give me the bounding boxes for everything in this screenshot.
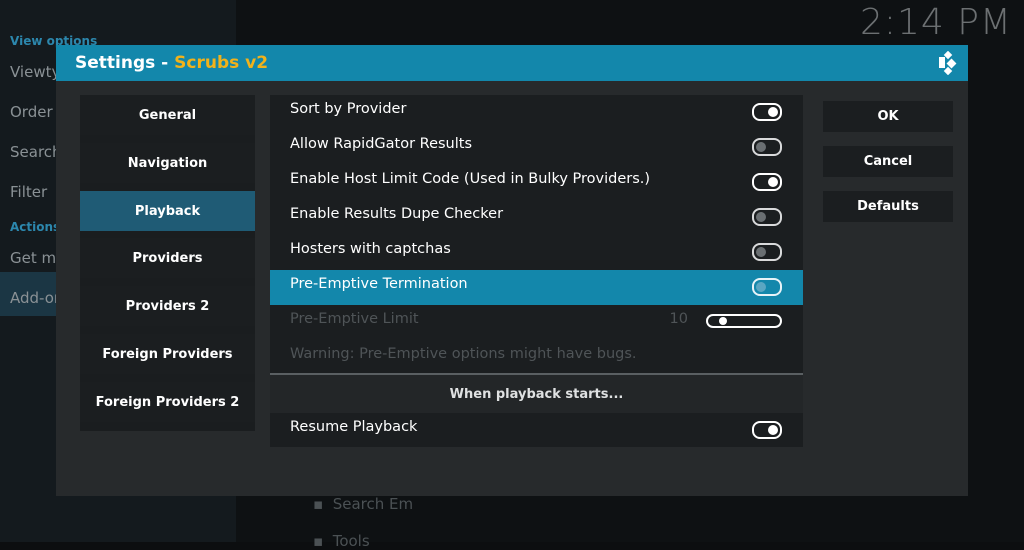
settings-dialog: Settings - Scrubs v2 General Navigation … <box>56 45 968 496</box>
dialog-title: Settings - Scrubs v2 <box>75 53 268 73</box>
cancel-button[interactable]: Cancel <box>823 146 953 177</box>
toggle-switch[interactable] <box>752 208 782 226</box>
setting-pre-emptive-termination[interactable]: Pre-Emptive Termination <box>270 270 803 305</box>
kodi-logo-icon <box>939 51 957 75</box>
category-providers-2[interactable]: Providers 2 <box>80 286 255 326</box>
setting-hosters-with-captchas[interactable]: Hosters with captchas <box>270 235 803 270</box>
dialog-header: Settings - Scrubs v2 <box>56 45 968 81</box>
toggle-knob <box>756 212 766 222</box>
category-foreign-providers[interactable]: Foreign Providers <box>80 334 255 374</box>
background-menu-item: Viewty <box>10 63 61 81</box>
toggle-knob <box>768 107 778 117</box>
toggle-switch[interactable] <box>752 173 782 191</box>
slider-value: 10 <box>669 311 688 327</box>
toggle-switch[interactable] <box>752 278 782 296</box>
background-menu-item: Filter <box>10 183 48 201</box>
setting-label: Resume Playback <box>290 419 418 435</box>
category-providers[interactable]: Providers <box>80 238 255 278</box>
category-playback[interactable]: Playback <box>80 191 255 231</box>
setting-allow-rapidgator-results[interactable]: Allow RapidGator Results <box>270 130 803 165</box>
category-general[interactable]: General <box>80 95 255 135</box>
category-foreign-providers-2[interactable]: Foreign Providers 2 <box>80 382 255 422</box>
setting-enable-host-limit-code[interactable]: Enable Host Limit Code (Used in Bulky Pr… <box>270 165 803 200</box>
warning-label: Warning: Pre-Emptive options might have … <box>290 346 637 362</box>
setting-label: Enable Host Limit Code (Used in Bulky Pr… <box>290 171 651 187</box>
defaults-button[interactable]: Defaults <box>823 191 953 222</box>
toggle-switch[interactable] <box>752 421 782 439</box>
setting-label: Enable Results Dupe Checker <box>290 206 504 222</box>
setting-resume-playback[interactable]: Resume Playback <box>270 413 803 448</box>
background-actions-header: Actions <box>10 220 61 234</box>
background-list-item: ▪ Search Em <box>313 495 414 513</box>
setting-label: Sort by Provider <box>290 101 407 117</box>
background-list-item: ▪ Tools <box>313 532 370 550</box>
settings-list: Sort by Provider Allow RapidGator Result… <box>270 95 803 447</box>
setting-label: Pre-Emptive Termination <box>290 276 468 292</box>
setting-label: Hosters with captchas <box>290 241 451 257</box>
setting-pre-emptive-limit: Pre-Emptive Limit 10 <box>270 305 803 340</box>
dialog-title-separator: - <box>155 53 175 73</box>
toggle-knob <box>756 142 766 152</box>
dialog-title-prefix: Settings <box>75 53 156 73</box>
ok-button[interactable]: OK <box>823 101 953 132</box>
clock: 2:14 PM <box>859 2 1012 43</box>
setting-label: Allow RapidGator Results <box>290 136 473 152</box>
setting-label: Pre-Emptive Limit <box>290 311 419 327</box>
toggle-knob <box>756 247 766 257</box>
slider-knob <box>719 317 727 325</box>
toggle-switch[interactable] <box>752 138 782 156</box>
setting-enable-results-dupe-checker[interactable]: Enable Results Dupe Checker <box>270 200 803 235</box>
section-header: When playback starts... <box>270 375 803 413</box>
toggle-switch[interactable] <box>752 103 782 121</box>
category-list: General Navigation Playback Providers Pr… <box>80 95 255 431</box>
setting-sort-by-provider[interactable]: Sort by Provider <box>270 95 803 130</box>
pre-emptive-limit-slider <box>706 314 782 328</box>
toggle-knob <box>756 282 766 292</box>
toggle-switch[interactable] <box>752 243 782 261</box>
dialog-title-addon: Scrubs v2 <box>174 53 269 73</box>
toggle-knob <box>768 425 778 435</box>
toggle-knob <box>768 177 778 187</box>
setting-warning-text: Warning: Pre-Emptive options might have … <box>270 340 803 375</box>
category-navigation[interactable]: Navigation <box>80 143 255 183</box>
background-menu-item: Order <box>10 103 53 121</box>
background-menu-item: Search <box>10 143 62 161</box>
